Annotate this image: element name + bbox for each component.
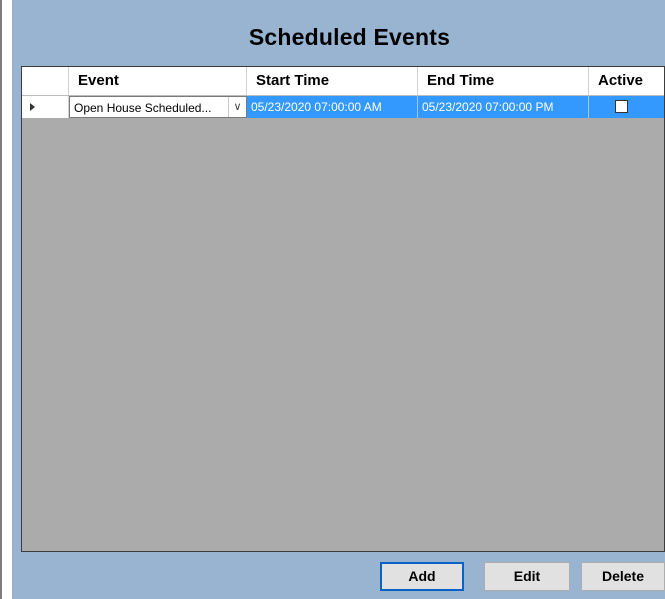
chevron-down-icon[interactable]: ∨ <box>228 97 246 117</box>
end-time-cell[interactable]: 05/23/2020 07:00:00 PM <box>418 96 589 118</box>
active-checkbox[interactable] <box>615 100 628 113</box>
column-header-event[interactable]: Event <box>69 67 247 95</box>
event-combobox[interactable]: Open House Scheduled... ∨ <box>69 96 247 118</box>
edit-button[interactable]: Edit <box>484 562 570 591</box>
current-row-triangle-icon <box>30 103 35 111</box>
scheduled-events-panel: Scheduled Events Event Start Time End Ti… <box>12 0 665 599</box>
panel-title: Scheduled Events <box>248 24 451 50</box>
window: Scheduled Events Event Start Time End Ti… <box>0 0 665 599</box>
active-cell[interactable] <box>589 96 664 118</box>
column-header-active[interactable]: Active <box>589 67 664 95</box>
delete-button[interactable]: Delete <box>581 562 665 591</box>
event-combobox-value: Open House Scheduled... <box>74 101 212 115</box>
start-time-cell[interactable]: 05/23/2020 07:00:00 AM <box>247 96 418 118</box>
column-header-start-time[interactable]: Start Time <box>247 67 418 95</box>
column-header-end-time[interactable]: End Time <box>418 67 589 95</box>
grid-header: Event Start Time End Time Active <box>22 67 664 96</box>
add-button[interactable]: Add <box>380 562 464 591</box>
row-header-corner <box>22 67 69 95</box>
table-row[interactable]: Open House Scheduled... ∨ 05/23/2020 07:… <box>22 96 664 118</box>
row-header[interactable] <box>22 96 69 118</box>
events-grid[interactable]: Event Start Time End Time Active Open Ho… <box>21 66 665 552</box>
